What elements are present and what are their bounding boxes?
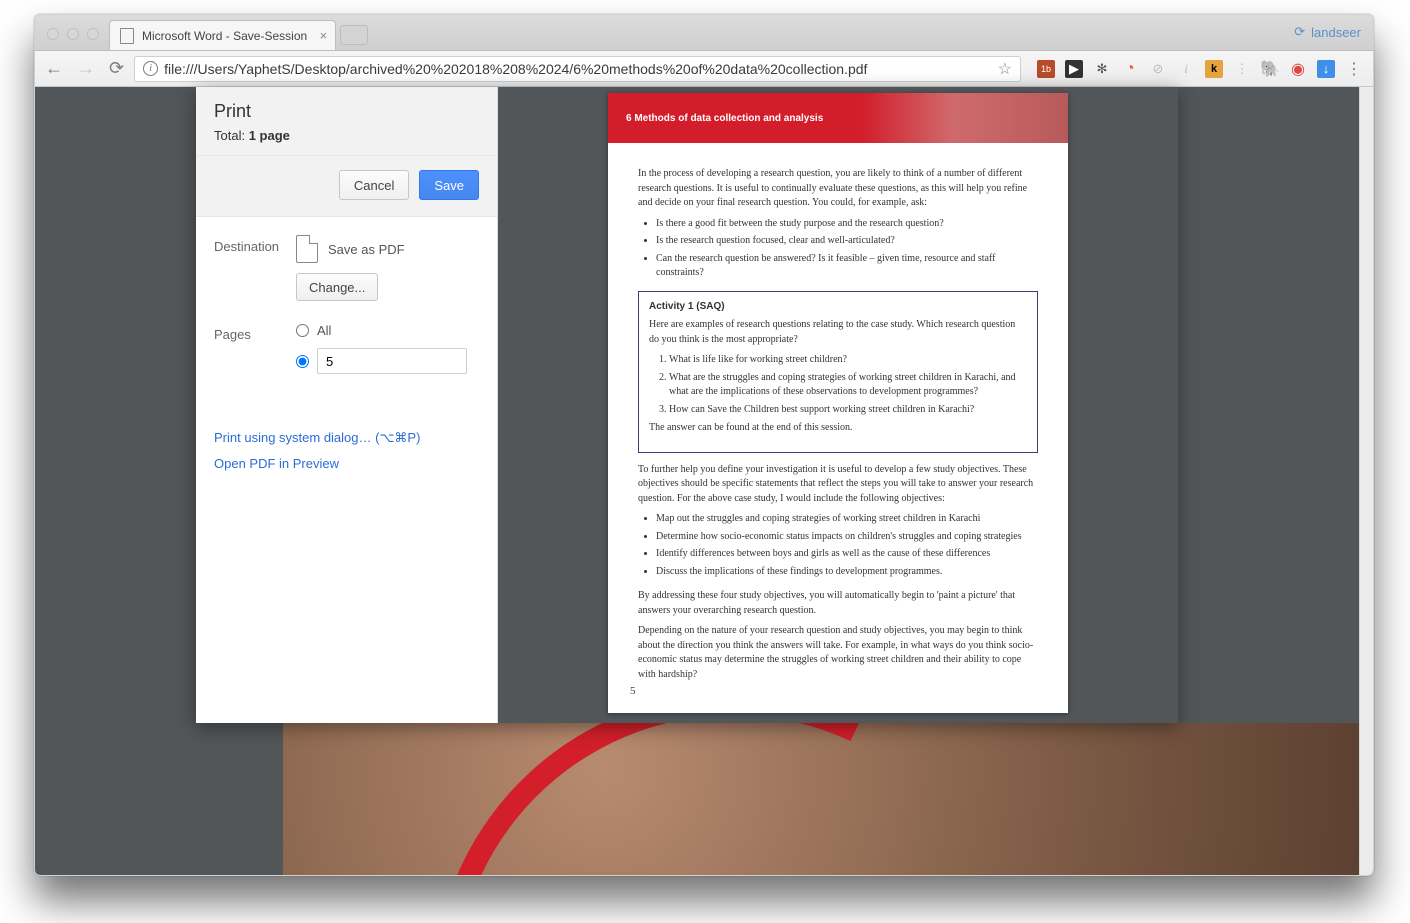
url-text: file:///Users/YaphetS/Desktop/archived%2… — [164, 61, 867, 77]
ext-icon-6[interactable]: i — [1177, 60, 1195, 78]
maximize-window-icon[interactable] — [87, 28, 99, 40]
new-tab-button[interactable] — [340, 25, 368, 45]
page-viewport: Print Total: 1 page Cancel Save Destinat… — [35, 87, 1373, 875]
browser-toolbar: ← → ⟳ i file:///Users/YaphetS/Desktop/ar… — [35, 51, 1373, 87]
ext-icon-2[interactable]: ▶ — [1065, 60, 1083, 78]
site-info-icon[interactable]: i — [143, 61, 158, 76]
print-preview-area[interactable]: 6 Methods of data collection and analysi… — [498, 87, 1178, 723]
open-preview-link[interactable]: Open PDF in Preview — [214, 456, 479, 471]
file-icon — [120, 28, 134, 44]
ext-icon-10[interactable]: ◉ — [1289, 60, 1307, 78]
pages-custom-radio[interactable] — [296, 355, 309, 368]
system-dialog-link[interactable]: Print using system dialog… (⌥⌘P) — [214, 430, 479, 446]
ext-icon-5[interactable]: ⊘ — [1149, 60, 1167, 78]
destination-value: Save as PDF — [328, 242, 405, 257]
ext-icon-7[interactable]: k — [1205, 60, 1223, 78]
ext-icon-1[interactable]: 1b — [1037, 60, 1055, 78]
pages-all-radio[interactable] — [296, 324, 309, 337]
sync-off-icon: ⟳ — [1294, 24, 1305, 40]
change-destination-button[interactable]: Change... — [296, 273, 378, 301]
bookmark-star-icon[interactable]: ☆ — [998, 59, 1012, 79]
print-title: Print — [214, 101, 479, 122]
activity-box: Activity 1 (SAQ) Here are examples of re… — [638, 291, 1038, 453]
vertical-scrollbar[interactable] — [1359, 87, 1373, 875]
address-bar[interactable]: i file:///Users/YaphetS/Desktop/archived… — [134, 56, 1021, 82]
window-controls[interactable] — [43, 28, 109, 50]
ext-icon-9[interactable]: 🐘 — [1261, 60, 1279, 78]
pdf-icon — [296, 235, 318, 263]
pages-label: Pages — [214, 323, 296, 342]
print-total: Total: 1 page — [214, 128, 479, 143]
browser-tab[interactable]: Microsoft Word - Save-Session × — [109, 20, 336, 50]
print-dialog: Print Total: 1 page Cancel Save Destinat… — [196, 87, 1178, 723]
doc-header: 6 Methods of data collection and analysi… — [608, 93, 1068, 143]
print-options-panel: Print Total: 1 page Cancel Save Destinat… — [196, 87, 498, 723]
extensions-area: 1b ▶ ✻ ◔ ⊘ i k ⋮ 🐘 ◉ ↓ ⋮ — [1031, 60, 1363, 78]
cancel-button[interactable]: Cancel — [339, 170, 409, 200]
destination-label: Destination — [214, 235, 296, 254]
page-number: 5 — [630, 685, 636, 697]
save-button[interactable]: Save — [419, 170, 479, 200]
tab-title: Microsoft Word - Save-Session — [142, 29, 307, 43]
doc-bullets-2: Map out the struggles and coping strateg… — [656, 512, 1038, 579]
ext-icon-4[interactable]: ◔ — [1121, 60, 1139, 78]
doc-bullets-1: Is there a good fit between the study pu… — [656, 217, 1038, 281]
browser-window: Microsoft Word - Save-Session × ⟳ landse… — [34, 14, 1374, 876]
chrome-menu-icon[interactable]: ⋮ — [1345, 60, 1363, 78]
pages-custom-input[interactable] — [317, 348, 467, 374]
ext-icon-3[interactable]: ✻ — [1093, 60, 1111, 78]
tab-strip: Microsoft Word - Save-Session × ⟳ landse… — [35, 15, 1373, 51]
close-window-icon[interactable] — [47, 28, 59, 40]
doc-body: In the process of developing a research … — [608, 143, 1068, 698]
close-tab-icon[interactable]: × — [320, 28, 328, 43]
reload-button[interactable]: ⟳ — [109, 58, 124, 79]
pages-all-label: All — [317, 323, 331, 338]
profile-label[interactable]: ⟳ landseer — [1294, 24, 1361, 40]
back-button[interactable]: ← — [45, 58, 63, 79]
preview-page: 6 Methods of data collection and analysi… — [608, 93, 1068, 713]
ext-icon-8[interactable]: ⋮ — [1233, 60, 1251, 78]
forward-button[interactable]: → — [77, 58, 95, 79]
background-image — [283, 723, 1359, 875]
minimize-window-icon[interactable] — [67, 28, 79, 40]
ext-icon-11[interactable]: ↓ — [1317, 60, 1335, 78]
